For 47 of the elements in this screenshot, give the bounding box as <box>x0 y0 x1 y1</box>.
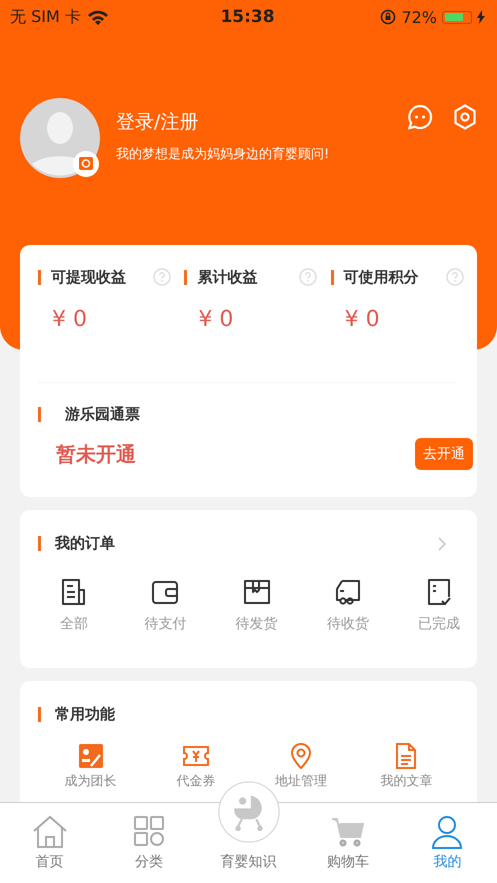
earning-label: 可提现收益 <box>51 268 127 286</box>
accent-bar <box>38 407 41 422</box>
accent-bar <box>38 707 41 722</box>
accent-bar <box>38 536 41 551</box>
section-title: 常用功能 <box>55 705 116 724</box>
order-status-link[interactable]: 待支付 <box>144 615 186 633</box>
tab-item[interactable]: 首页 <box>0 803 100 883</box>
tab-item[interactable]: 分类 <box>99 803 199 883</box>
id-card-icon[interactable] <box>76 742 105 770</box>
order-status-link[interactable]: 待收货 <box>326 615 369 633</box>
home-icon <box>32 815 68 849</box>
accent-bar <box>38 270 41 284</box>
accent-bar <box>184 270 188 284</box>
function-link[interactable]: 成为团长 <box>64 772 117 790</box>
function-link[interactable]: 地址管理 <box>275 772 328 790</box>
avatar-icon[interactable] <box>20 98 100 178</box>
settings-icon[interactable] <box>453 104 477 130</box>
login-register-link[interactable]: 登录/注册 <box>116 109 198 135</box>
accent-bar <box>330 270 334 284</box>
tab-item[interactable]: 购物车 <box>298 803 398 883</box>
ticket-status-text: 暂未开通 <box>56 440 136 468</box>
earning-label: 可使用积分 <box>344 268 420 286</box>
earning-label: 累计收益 <box>197 268 258 286</box>
order-status-link[interactable]: 待发货 <box>236 615 278 633</box>
rotation-lock-icon <box>380 9 396 25</box>
order-status-link[interactable]: 全部 <box>60 615 88 633</box>
wifi-icon <box>86 9 109 25</box>
charging-icon <box>477 10 485 24</box>
section-title: 我的订单 <box>55 534 116 553</box>
function-link[interactable]: 代金券 <box>176 772 216 790</box>
message-icon[interactable] <box>407 104 433 130</box>
activate-button[interactable]: 去开通 <box>415 438 473 470</box>
cart-icon <box>330 815 366 849</box>
earning-value: ¥ 0 <box>344 307 380 332</box>
motto-text: 我的梦想是成为妈妈身边的育婴顾问! <box>116 146 330 163</box>
ticket-title: 游乐园通票 <box>65 405 140 424</box>
tab-item[interactable]: 我的 <box>398 803 497 883</box>
earning-value: ¥ 0 <box>198 307 234 332</box>
box-icon[interactable] <box>242 577 272 607</box>
battery-percent-text: 72% <box>401 8 437 26</box>
battery-icon <box>442 10 472 24</box>
carrier-text: 无 SIM 卡 <box>10 6 81 28</box>
function-link[interactable]: 我的文章 <box>380 772 432 790</box>
order-status-link[interactable]: 已完成 <box>418 615 460 633</box>
clock-text: 15:38 <box>220 7 275 27</box>
chevron-right-icon[interactable] <box>437 536 447 552</box>
earning-value: ¥ 0 <box>52 307 87 332</box>
